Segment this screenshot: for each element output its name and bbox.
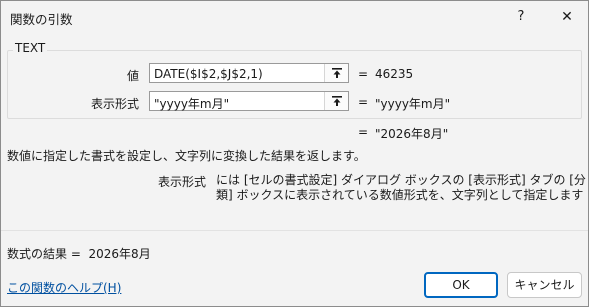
format-input-text: "yyyy年m月" — [154, 97, 230, 111]
formula-result: 数式の結果 = 2026年8月 — [7, 245, 151, 262]
value-input[interactable]: DATE($I$2,$J$2,1) — [149, 63, 349, 83]
arg-description-text: には [セルの書式設定] ダイアログ ボックスの [表示形式] タブの [分類]… — [216, 173, 586, 202]
value-input-text: DATE($I$2,$J$2,1) — [154, 67, 263, 81]
help-button[interactable]: ? — [510, 6, 532, 28]
cancel-button[interactable]: キャンセル — [507, 272, 582, 298]
formula-result-value: 2026年8月 — [88, 247, 151, 261]
function-result: "2026年8月" — [375, 127, 449, 141]
format-input[interactable]: "yyyy年m月" — [149, 91, 349, 111]
arg-label-format: 表示形式 — [90, 97, 139, 111]
function-arguments-dialog: 関数の引数 ? ✕ TEXT 値 DATE($I$2,$J$2,1) = 462… — [0, 0, 589, 307]
divider — [1, 230, 588, 231]
formula-result-label: 数式の結果 = — [7, 247, 81, 261]
collapse-dialog-icon[interactable] — [324, 92, 348, 110]
function-help-link[interactable]: この関数のヘルプ(H) — [7, 279, 121, 296]
equals-sign: = — [358, 95, 369, 109]
arg-result-format: "yyyy年m月" — [375, 97, 451, 111]
dialog-title: 関数の引数 — [10, 12, 73, 27]
arg-label-value: 値 — [126, 69, 139, 83]
close-button[interactable]: ✕ — [554, 6, 580, 28]
ok-button[interactable]: OK — [424, 272, 498, 298]
equals-sign: = — [358, 125, 369, 139]
equals-sign: = — [358, 67, 369, 81]
function-description: 数値に指定した書式を設定し、文字列に変換した結果を返します。 — [7, 149, 366, 163]
arg-description-name: 表示形式 — [158, 175, 207, 189]
title-bar: 関数の引数 ? ✕ — [1, 1, 588, 33]
arg-result-value: 46235 — [375, 67, 414, 81]
collapse-dialog-icon[interactable] — [324, 64, 348, 82]
function-name-legend: TEXT — [13, 41, 48, 55]
